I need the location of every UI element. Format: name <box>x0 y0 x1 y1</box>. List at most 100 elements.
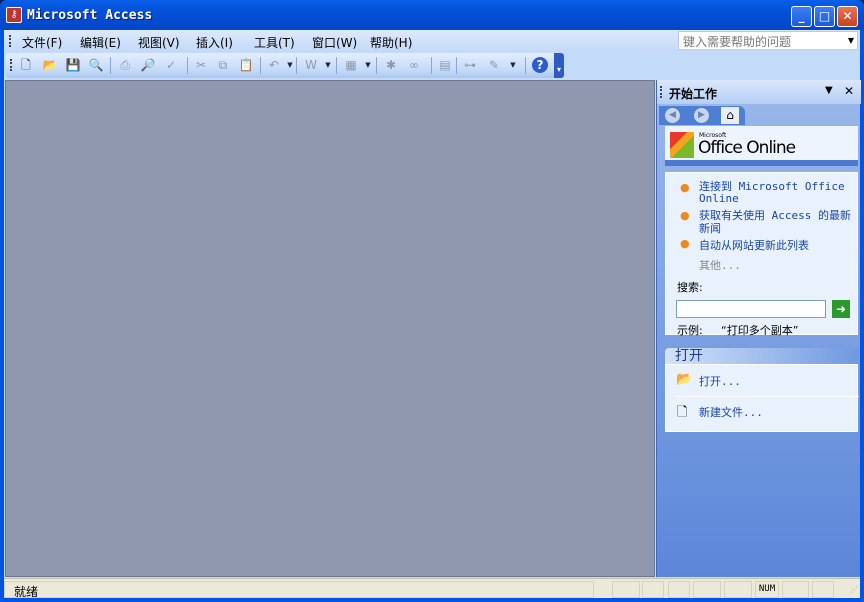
status-pane <box>612 581 640 598</box>
menu-insert[interactable]: 插入(I) <box>196 34 233 51</box>
toolbar-dropdown-arrow-icon[interactable]: ▼ <box>509 57 517 73</box>
code-icon[interactable]: ✱ <box>383 57 399 73</box>
status-pane <box>668 581 690 598</box>
back-icon[interactable]: ◀ <box>665 108 680 123</box>
toolbar-separator <box>456 57 457 74</box>
link-connect-office-online[interactable]: 连接到 Microsoft Office Online <box>699 181 849 205</box>
task-pane-title: 开始工作 <box>669 87 718 101</box>
status-pane <box>782 581 809 598</box>
link-auto-update[interactable]: 自动从网站更新此列表 <box>699 237 809 253</box>
office-online-section: ● 连接到 Microsoft Office Online ● 获取有关使用 A… <box>665 172 858 337</box>
undo-icon[interactable]: ↶ <box>266 57 282 73</box>
menu-tools[interactable]: 工具(T) <box>254 34 295 51</box>
pane-close-icon[interactable]: ✕ <box>844 84 854 98</box>
office-online-logo[interactable]: Microsoft Office Online <box>665 126 858 166</box>
toolbar-separator <box>296 57 297 74</box>
menu-grip[interactable] <box>9 35 12 47</box>
access-key-icon[interactable]: ⚷ <box>6 7 22 23</box>
print-icon[interactable]: ⎙ <box>117 57 133 73</box>
toolbar-dropdown-arrow-icon[interactable]: ▼ <box>286 57 294 73</box>
search-label: 搜索: <box>677 281 703 294</box>
office-links-icon[interactable]: W <box>303 57 319 73</box>
toolbar-separator <box>376 57 377 74</box>
home-icon[interactable]: ⌂ <box>721 107 739 124</box>
example-text: “打印多个副本” <box>721 324 799 337</box>
new-object-icon[interactable]: ✎ <box>486 57 502 73</box>
print-preview-icon[interactable]: 🔎 <box>140 57 156 73</box>
pane-dropdown-icon[interactable]: ▼ <box>825 85 833 96</box>
num-lock-indicator: NUM <box>755 581 779 598</box>
help-placeholder: 键入需要帮助的问题 <box>683 35 792 49</box>
open-section-header: 打开 <box>665 348 858 364</box>
status-pane <box>812 581 834 598</box>
toolbar-separator <box>336 57 337 74</box>
help-dropdown-icon[interactable]: ▼ <box>845 32 857 49</box>
bullet-icon: ● <box>680 209 690 222</box>
logo-text: Office Online <box>698 138 796 158</box>
copy-icon[interactable]: ⧉ <box>215 57 231 73</box>
toolbar-separator <box>525 57 526 74</box>
window-title: Microsoft Access <box>27 8 153 23</box>
script-icon[interactable]: ∞ <box>406 57 422 73</box>
resize-grip-icon[interactable]: ⋰ <box>850 585 858 594</box>
minimize-button[interactable]: _ <box>791 6 812 27</box>
link-open[interactable]: 打开... <box>699 373 741 389</box>
open-section: 📂 打开... 🗋 新建文件... <box>665 364 859 432</box>
bullet-icon: ● <box>680 181 690 194</box>
menu-window[interactable]: 窗口(W) <box>312 34 357 51</box>
close-button[interactable]: ✕ <box>837 6 858 27</box>
toolbar-options-button[interactable]: ▾ <box>554 53 564 78</box>
pane-nav: ◀ ▶ ⌂ <box>659 106 745 125</box>
toolbar-separator <box>110 57 111 74</box>
help-icon[interactable]: ? <box>532 57 548 73</box>
menu-edit[interactable]: 编辑(E) <box>80 34 121 51</box>
example-label: 示例: <box>677 324 703 337</box>
open-folder-icon: 📂 <box>676 372 693 387</box>
bullet-icon: ● <box>680 237 690 250</box>
office-logo-icon <box>670 132 694 158</box>
link-new-file[interactable]: 新建文件... <box>699 404 763 420</box>
toolbar-separator <box>187 57 188 74</box>
open-icon[interactable]: 📂 <box>42 57 58 73</box>
link-more[interactable]: 其他... <box>699 257 741 273</box>
new-file-icon: 🗋 <box>677 405 688 420</box>
database-toolbar: ▾ 🗋 📂 💾 🔍 ⎙ 🔎 ✓ ✂ ⧉ 📋 ↶ W ▦ ✱ ∞ ▤ ⊶ ✎? ▼ ▼ ▼ ▼ <box>6 53 564 78</box>
toolbar-dropdown-arrow-icon[interactable]: ▼ <box>364 57 372 73</box>
task-pane: 开始工作 ▼ ✕ ◀ ▶ ⌂ Microsoft Office Online ●… <box>656 80 861 577</box>
toolbar-separator <box>260 57 261 74</box>
forward-icon[interactable]: ▶ <box>694 108 709 123</box>
pane-grip[interactable] <box>660 86 663 98</box>
save-icon[interactable]: 💾 <box>65 57 81 73</box>
status-pane <box>693 581 721 598</box>
access-window: ⚷ Microsoft Access _ □ ✕ 文件(F) 编辑(E) 视图(… <box>0 0 864 602</box>
task-pane-header: 开始工作 ▼ ✕ <box>657 80 861 104</box>
status-pane <box>724 581 752 598</box>
divider <box>676 396 859 397</box>
cut-icon[interactable]: ✂ <box>193 57 209 73</box>
menu-help[interactable]: 帮助(H) <box>370 34 412 51</box>
properties-icon[interactable]: ▤ <box>437 57 453 73</box>
spelling-icon[interactable]: ✓ <box>163 57 179 73</box>
status-pane <box>642 581 664 598</box>
client-area: 文件(F) 编辑(E) 视图(V) 插入(I) 工具(T) 窗口(W) 帮助(H… <box>4 30 861 599</box>
menu-file[interactable]: 文件(F) <box>22 34 62 51</box>
help-question-input[interactable]: 键入需要帮助的问题 ▼ <box>678 31 858 50</box>
search-input[interactable] <box>676 300 826 318</box>
status-pane <box>4 581 594 598</box>
toolbar-separator <box>431 57 432 74</box>
file-search-icon[interactable]: 🔍 <box>88 57 104 73</box>
menu-view[interactable]: 视图(V) <box>138 34 180 51</box>
link-latest-news[interactable]: 获取有关使用 Access 的最新新闻 <box>699 209 854 235</box>
toolbar-dropdown-arrow-icon[interactable]: ▼ <box>324 57 332 73</box>
workspace <box>5 80 655 577</box>
status-bar: 就绪 NUM ⋰ <box>4 578 860 599</box>
relationships-icon[interactable]: ⊶ <box>462 57 478 73</box>
maximize-button[interactable]: □ <box>814 6 835 27</box>
menu-bar: 文件(F) 编辑(E) 视图(V) 插入(I) 工具(T) 窗口(W) 帮助(H… <box>4 30 860 52</box>
analyze-icon[interactable]: ▦ <box>343 57 359 73</box>
search-go-button[interactable]: ➜ <box>832 300 850 318</box>
new-icon[interactable]: 🗋 <box>18 57 34 73</box>
paste-icon[interactable]: 📋 <box>238 57 254 73</box>
title-bar[interactable]: ⚷ Microsoft Access _ □ ✕ <box>0 0 864 30</box>
toolbar-grip[interactable] <box>10 59 13 71</box>
